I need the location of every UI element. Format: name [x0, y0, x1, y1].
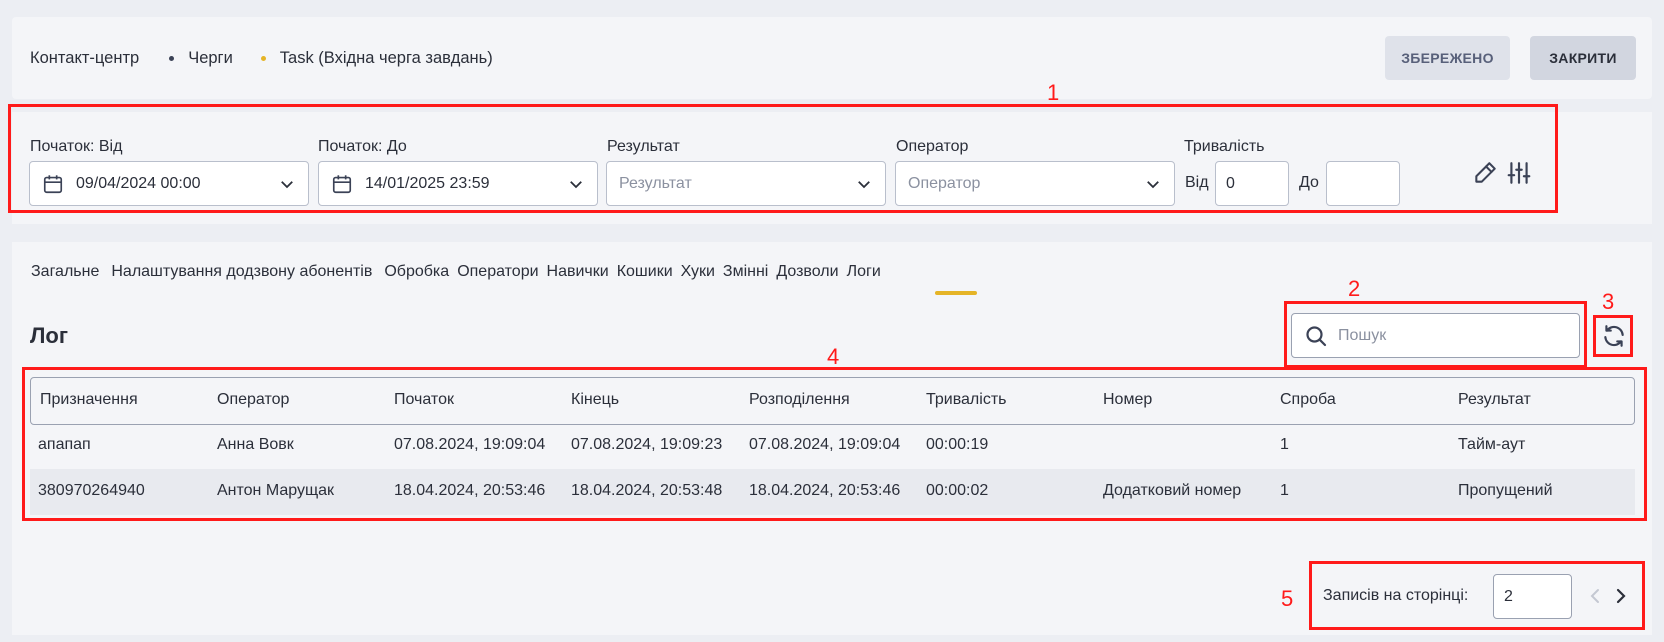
- start-to-label: Початок: До: [318, 138, 407, 155]
- annotation-number-1: 1: [1047, 80, 1060, 105]
- tab-general[interactable]: Загальне: [31, 263, 99, 281]
- start-to-picker[interactable]: 14/01/2025 23:59: [318, 161, 598, 206]
- eraser-icon[interactable]: [1472, 160, 1498, 186]
- close-button[interactable]: ЗАКРИТИ: [1530, 36, 1636, 80]
- tab-hooks[interactable]: Хуки: [681, 263, 715, 281]
- annotation-box-3: [1593, 315, 1633, 357]
- tab-processing[interactable]: Обробка: [384, 263, 449, 281]
- tab-bar: Загальне Налаштування додзвону абонентів…: [31, 263, 889, 281]
- operator-label: Оператор: [896, 138, 969, 155]
- breadcrumb-item-queues[interactable]: Черги: [188, 49, 233, 68]
- breadcrumb-separator: [260, 55, 266, 61]
- start-from-label: Початок: Від: [30, 138, 123, 155]
- duration-to-input[interactable]: [1326, 161, 1400, 206]
- duration-to-label: До: [1299, 174, 1319, 191]
- start-to-value: 14/01/2025 23:59: [365, 174, 490, 192]
- saved-button[interactable]: ЗБЕРЕЖЕНО: [1385, 36, 1510, 80]
- result-placeholder: Результат: [619, 174, 692, 192]
- annotation-number-2: 2: [1348, 276, 1361, 301]
- tab-variables[interactable]: Змінні: [723, 263, 768, 281]
- annotation-number-3: 3: [1602, 289, 1615, 314]
- annotation-number-5: 5: [1281, 586, 1294, 611]
- breadcrumb-separator: [169, 55, 175, 61]
- chevron-down-icon: [1147, 180, 1159, 188]
- annotation-number-4: 4: [827, 344, 840, 369]
- tab-baskets[interactable]: Кошики: [617, 263, 673, 281]
- result-label: Результат: [607, 138, 680, 155]
- breadcrumb: Контакт-центр Черги Task (Вхідна черга з…: [30, 46, 493, 70]
- tab-skills[interactable]: Навички: [547, 263, 609, 281]
- result-select[interactable]: Результат: [606, 161, 886, 206]
- tab-logs[interactable]: Логи: [847, 263, 881, 281]
- chevron-down-icon: [281, 180, 293, 188]
- tab-operators[interactable]: Оператори: [457, 263, 538, 281]
- calendar-icon: [332, 174, 352, 193]
- start-from-picker[interactable]: 09/04/2024 00:00: [29, 161, 309, 206]
- breadcrumb-item-current: Task (Вхідна черга завдань): [279, 48, 493, 67]
- operator-placeholder: Оператор: [908, 174, 981, 192]
- operator-select[interactable]: Оператор: [895, 161, 1175, 206]
- breadcrumb-item-contact-center[interactable]: Контакт-центр: [30, 49, 139, 68]
- duration-label: Тривалість: [1184, 138, 1265, 155]
- calendar-icon: [43, 174, 63, 193]
- start-from-value: 09/04/2024 00:00: [76, 174, 201, 192]
- active-tab-indicator: [935, 291, 977, 295]
- chevron-down-icon: [570, 180, 582, 188]
- annotation-box-4: [22, 367, 1647, 521]
- annotation-box-2: [1284, 301, 1587, 368]
- settings-sliders-icon[interactable]: [1506, 160, 1532, 186]
- tab-dial-settings[interactable]: Налаштування додзвону абонентів: [111, 263, 372, 281]
- page-title: Лог: [30, 323, 69, 348]
- annotation-box-5: [1309, 561, 1645, 630]
- duration-from-label: Від: [1185, 174, 1209, 191]
- duration-from-input[interactable]: 0: [1215, 161, 1289, 206]
- chevron-down-icon: [858, 180, 870, 188]
- tab-permissions[interactable]: Дозволи: [776, 263, 838, 281]
